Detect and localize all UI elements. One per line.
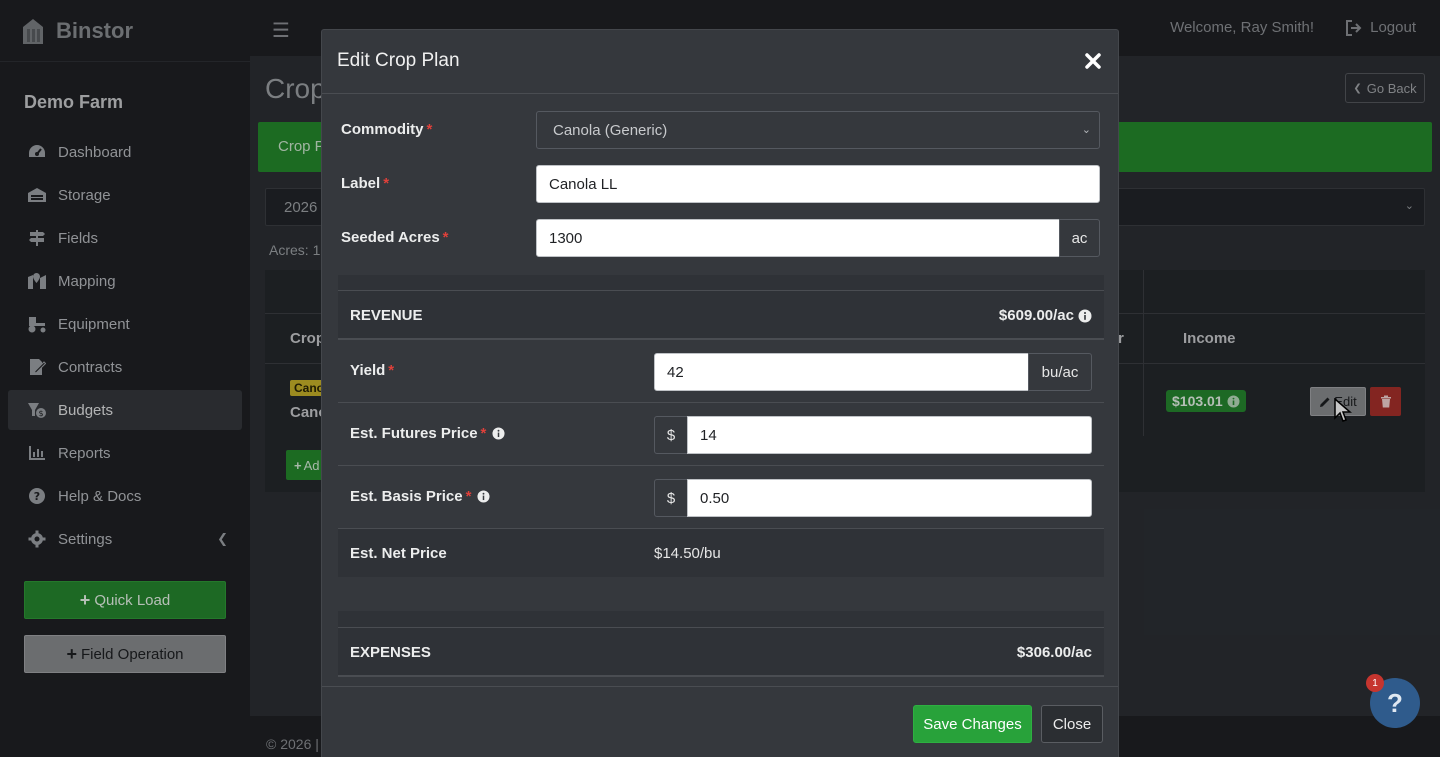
expenses-total: $306.00/ac (1016, 644, 1092, 661)
required-marker: * (383, 175, 390, 192)
info-icon[interactable] (492, 427, 505, 440)
commodity-row: Commodity * Canola (Generic) ⌄ (341, 111, 1100, 149)
revenue-title: REVENUE (350, 307, 423, 324)
seeded-acres-input[interactable]: 1300 (536, 219, 1060, 257)
seeded-acres-label: Seeded Acres * (341, 229, 449, 246)
futures-price-input[interactable]: 14 (687, 416, 1092, 454)
basis-currency-addon: $ (654, 479, 688, 517)
yield-row: Yield * 42 bu/ac (338, 340, 1104, 403)
label-label: Label * (341, 175, 389, 192)
net-price-label: Est. Net Price (350, 545, 447, 562)
commodity-select[interactable]: Canola (Generic) ⌄ (536, 111, 1100, 149)
basis-price-label: Est. Basis Price * (350, 488, 490, 505)
basis-price-row: Est. Basis Price * $ 0.50 (338, 466, 1104, 529)
help-glyph: ? (1387, 687, 1403, 718)
modal-title: Edit Crop Plan (337, 50, 460, 71)
net-price-row: Est. Net Price $14.50/bu (338, 529, 1104, 577)
section-spacer (338, 611, 1104, 627)
revenue-total: $609.00/ac (999, 307, 1092, 324)
futures-price-row: Est. Futures Price * $ 14 (338, 403, 1104, 466)
basis-price-input[interactable]: 0.50 (687, 479, 1092, 517)
futures-price-label-text: Est. Futures Price (350, 425, 478, 442)
label-input[interactable]: Canola LL (536, 165, 1100, 203)
label-label-text: Label (341, 175, 381, 192)
label-row: Label * Canola LL (341, 165, 1100, 203)
required-marker: * (480, 425, 487, 442)
net-price-value: $14.50/bu (654, 545, 721, 562)
chevron-down-icon: ⌄ (1081, 124, 1091, 136)
modal-footer: Save Changes Close (322, 686, 1118, 757)
edit-crop-plan-modal: Edit Crop Plan Commodity * Canola (Generi… (321, 29, 1119, 757)
futures-currency-addon: $ (654, 416, 688, 454)
modal-header: Edit Crop Plan (322, 30, 1118, 94)
close-button[interactable]: Close (1041, 705, 1103, 743)
info-icon[interactable] (1078, 309, 1092, 323)
required-marker: * (426, 121, 433, 138)
yield-label: Yield * (350, 362, 394, 379)
section-spacer (338, 275, 1104, 290)
futures-price-label: Est. Futures Price * (350, 425, 505, 442)
required-marker: * (442, 229, 449, 246)
yield-unit-addon: bu/ac (1028, 353, 1092, 391)
required-marker: * (465, 488, 472, 505)
seeded-acres-label-text: Seeded Acres (341, 229, 440, 246)
commodity-value: Canola (Generic) (553, 122, 668, 139)
commodity-label-text: Commodity (341, 121, 424, 138)
revenue-total-value: $609.00/ac (998, 307, 1074, 324)
notification-badge: 1 (1366, 674, 1384, 692)
acres-unit-addon: ac (1059, 219, 1100, 257)
yield-label-text: Yield (350, 362, 386, 379)
basis-price-label-text: Est. Basis Price (350, 488, 463, 505)
revenue-section-header: REVENUE $609.00/ac (338, 290, 1104, 340)
yield-input[interactable]: 42 (654, 353, 1029, 391)
seeded-acres-row: Seeded Acres * 1300 ac (341, 219, 1100, 257)
info-icon[interactable] (477, 490, 490, 503)
close-icon[interactable] (1082, 50, 1104, 72)
required-marker: * (388, 362, 395, 379)
expenses-title: EXPENSES (350, 644, 431, 661)
expenses-section-header: EXPENSES $306.00/ac (338, 627, 1104, 677)
modal-body: Commodity * Canola (Generic) ⌄ Label * Can… (322, 94, 1118, 686)
save-changes-button[interactable]: Save Changes (913, 705, 1032, 743)
commodity-label: Commodity * (341, 121, 432, 138)
